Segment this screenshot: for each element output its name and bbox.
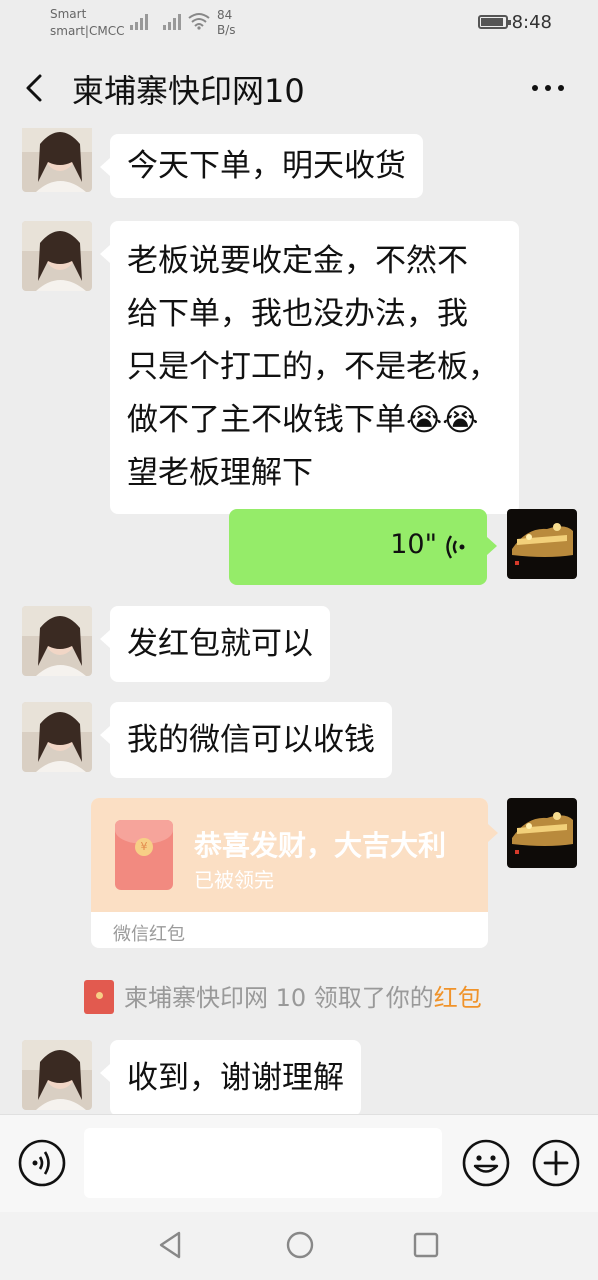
voice-duration: 10" [390,529,437,560]
back-icon[interactable] [20,70,50,106]
contact-avatar[interactable] [22,702,92,772]
wifi-icon [188,13,210,30]
message-text: 发红包就可以 [127,626,313,662]
message-line: 给下单，我也没办法，我 [127,296,468,332]
clock: 8:48 [511,12,552,33]
net-speed-value: 84 [217,8,233,22]
red-packet-mini-icon [84,980,114,1014]
system-text: 柬埔寨快印网 10 领取了你的 [124,984,434,1012]
system-message: 柬埔寨快印网 10 领取了你的红包 [84,978,482,1016]
red-packet-status: 已被领完 [194,868,274,892]
red-packet-icon: ¥ [115,820,173,890]
chat-title: 柬埔寨快印网10 [72,72,305,110]
status-bar: Smart smart|CMCC 84 B/s 8:48 [0,0,598,48]
battery-icon [478,15,511,29]
plus-icon[interactable] [532,1139,580,1187]
carrier-line2: smart|CMCC [50,24,125,38]
voice-mode-icon[interactable] [18,1139,66,1187]
contact-avatar[interactable] [22,221,92,291]
message-line: 老板说要收定金，不然不 [127,243,468,279]
message-input[interactable] [84,1128,442,1198]
red-packet-label: 微信红包 [113,924,185,945]
net-speed: 84 B/s [217,8,236,38]
input-bar [0,1114,598,1212]
incoming-message[interactable]: 发红包就可以 [100,606,330,682]
red-packet-message[interactable]: ¥ 恭喜发财，大吉大利 已被领完 微信红包 [91,798,498,948]
message-line: 做不了主不收钱下单😭😭 [127,402,479,438]
contact-avatar[interactable] [22,1040,92,1110]
carrier-line1: Smart [50,7,87,21]
chat-header: 柬埔寨快印网10 [0,48,598,128]
message-list[interactable]: 今天下单，明天收货 老板说要收定金，不然不 给下单，我也没办法，我 只是个打工的… [0,128,598,1114]
nav-back-icon[interactable] [157,1230,185,1260]
incoming-message[interactable]: 老板说要收定金，不然不 给下单，我也没办法，我 只是个打工的，不是老板， 做不了… [100,221,519,514]
nav-home-icon[interactable] [285,1230,315,1260]
contact-avatar[interactable] [22,606,92,676]
message-text: 我的微信可以收钱 [127,722,375,758]
nav-recent-icon[interactable] [413,1232,439,1258]
red-packet-body: ¥ 恭喜发财，大吉大利 已被领完 [91,798,488,912]
red-packet-link[interactable]: 红包 [434,984,482,1012]
more-icon[interactable] [530,74,566,104]
message-line: 望老板理解下 [127,455,313,491]
my-avatar[interactable] [507,798,577,868]
incoming-message[interactable]: 我的微信可以收钱 [100,702,392,778]
signal-icon-2 [163,14,181,30]
carrier-info: Smart smart|CMCC [50,6,124,40]
voice-message[interactable]: 10" [229,509,497,585]
message-line: 只是个打工的，不是老板， [127,349,499,385]
emoji-icon[interactable] [462,1139,510,1187]
message-text: 收到，谢谢理解 [127,1060,344,1096]
incoming-message[interactable]: 今天下单，明天收货 [100,134,423,198]
my-avatar[interactable] [507,509,577,579]
incoming-message[interactable]: 收到，谢谢理解 [100,1040,361,1114]
signal-icon [130,14,148,30]
system-nav-bar [0,1212,598,1280]
battery-fill [481,18,503,26]
message-text: 今天下单，明天收货 [127,148,406,184]
red-packet-title: 恭喜发财，大吉大利 [194,829,447,862]
contact-avatar[interactable] [22,128,92,192]
voice-wave-icon [446,535,465,559]
net-speed-unit: B/s [217,23,236,37]
